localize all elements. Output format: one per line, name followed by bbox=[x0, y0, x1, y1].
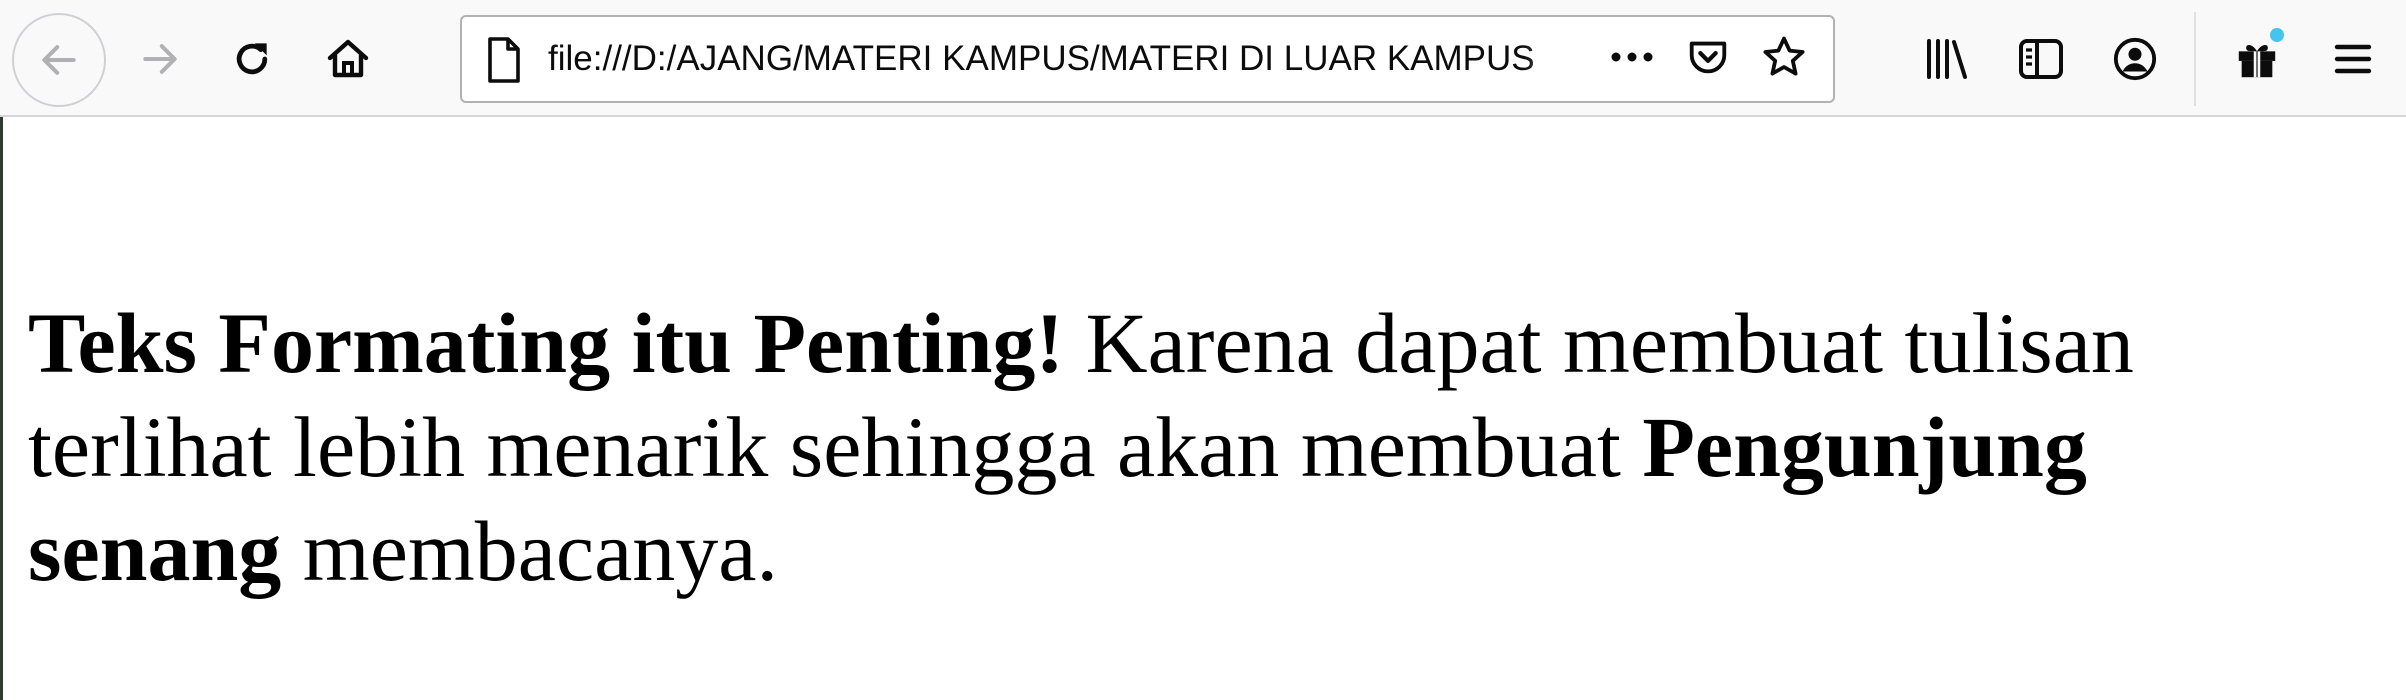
page-actions-button[interactable] bbox=[1600, 29, 1664, 89]
ellipsis-icon bbox=[1608, 49, 1656, 70]
bookmark-star-button[interactable] bbox=[1752, 29, 1816, 89]
forward-button[interactable] bbox=[120, 24, 200, 94]
bold-text-heading: Teks Formating itu Penting! bbox=[28, 295, 1065, 391]
star-icon bbox=[1760, 33, 1808, 86]
toolbar-separator bbox=[2194, 12, 2196, 106]
hamburger-icon bbox=[2333, 41, 2373, 77]
library-icon bbox=[1923, 37, 1971, 81]
body-text-end: membacanya. bbox=[281, 503, 778, 599]
notification-dot bbox=[2270, 28, 2284, 42]
page-icon bbox=[482, 35, 526, 85]
menu-button[interactable] bbox=[2318, 24, 2388, 94]
home-icon bbox=[324, 35, 372, 83]
sidebar-icon bbox=[2017, 37, 2065, 81]
pocket-button[interactable] bbox=[1676, 29, 1740, 89]
reload-icon bbox=[230, 37, 274, 81]
library-button[interactable] bbox=[1912, 24, 1982, 94]
browser-toolbar: file:///D:/AJANG/MATERI KAMPUS/MATERI DI… bbox=[0, 0, 2406, 117]
account-button[interactable] bbox=[2100, 24, 2170, 94]
url-bar[interactable]: file:///D:/AJANG/MATERI KAMPUS/MATERI DI… bbox=[460, 15, 1835, 103]
back-button[interactable] bbox=[12, 13, 106, 107]
reload-button[interactable] bbox=[212, 24, 292, 94]
whats-new-button[interactable] bbox=[2222, 24, 2292, 94]
account-icon bbox=[2112, 36, 2158, 82]
arrow-right-icon bbox=[138, 37, 182, 81]
sidebar-button[interactable] bbox=[2006, 24, 2076, 94]
arrow-left-icon bbox=[37, 38, 81, 82]
page-paragraph: Teks Formating itu Penting! Karena dapat… bbox=[28, 291, 2328, 603]
url-text[interactable]: file:///D:/AJANG/MATERI KAMPUS/MATERI DI… bbox=[548, 17, 1608, 101]
home-button[interactable] bbox=[308, 24, 388, 94]
pocket-icon bbox=[1685, 34, 1731, 85]
gift-icon bbox=[2234, 36, 2280, 82]
